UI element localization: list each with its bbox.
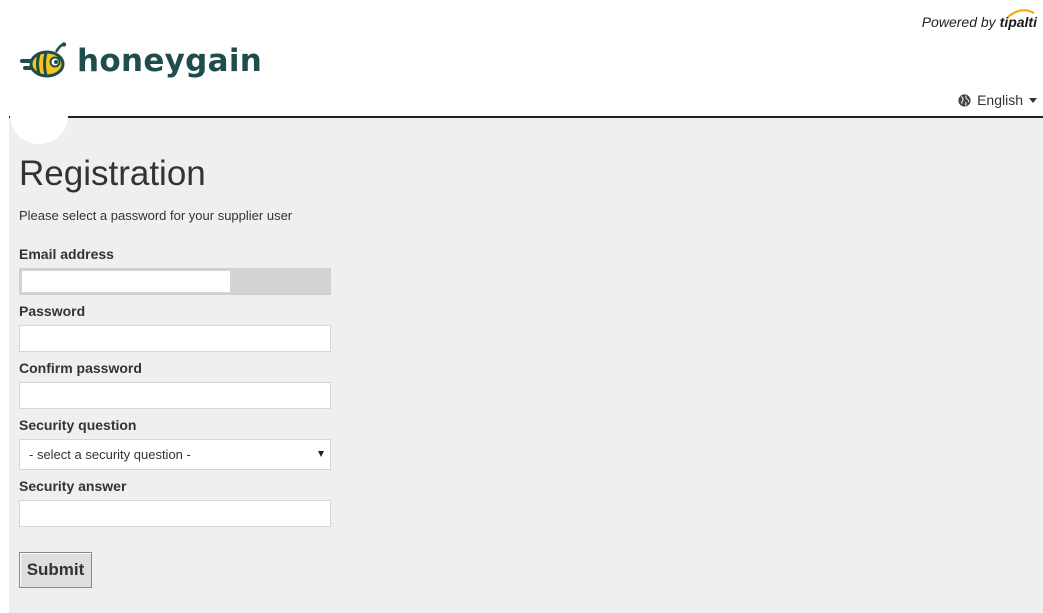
security-question-select[interactable]: - select a security question -: [19, 439, 331, 470]
select-caret-icon: [318, 451, 324, 457]
bee-logo-icon: [20, 42, 67, 78]
email-field[interactable]: [22, 271, 230, 292]
security-question-selected: - select a security question -: [29, 447, 191, 462]
submit-button[interactable]: Submit: [19, 552, 92, 588]
security-answer-field[interactable]: [19, 500, 331, 527]
email-field-wrapper: [19, 268, 331, 295]
tipalti-arc-icon: [1007, 9, 1035, 18]
security-question-label: Security question: [19, 417, 137, 433]
caret-down-icon: [1029, 97, 1037, 103]
honeygain-logo[interactable]: honeygain: [20, 42, 262, 80]
email-label: Email address: [19, 246, 114, 262]
logo-text: honeygain: [77, 42, 263, 79]
language-label: English: [977, 92, 1023, 108]
header: honeygain Powered by tipalti English: [0, 0, 1043, 116]
security-answer-label: Security answer: [19, 478, 127, 494]
password-label: Password: [19, 303, 86, 319]
globe-icon: [958, 93, 971, 107]
language-selector[interactable]: English: [958, 92, 1037, 108]
confirm-password-label: Confirm password: [19, 360, 142, 376]
tipalti-brand: tipalti: [1000, 9, 1037, 30]
main-content: Registration Please select a password fo…: [9, 86, 1043, 613]
page-title: Registration: [19, 154, 206, 193]
password-field[interactable]: [19, 325, 331, 352]
powered-by: Powered by tipalti: [921, 9, 1037, 30]
page-subtitle: Please select a password for your suppli…: [19, 208, 293, 223]
decorative-circle: [10, 86, 68, 144]
powered-by-text: Powered by: [921, 14, 996, 30]
confirm-password-field[interactable]: [19, 382, 331, 409]
